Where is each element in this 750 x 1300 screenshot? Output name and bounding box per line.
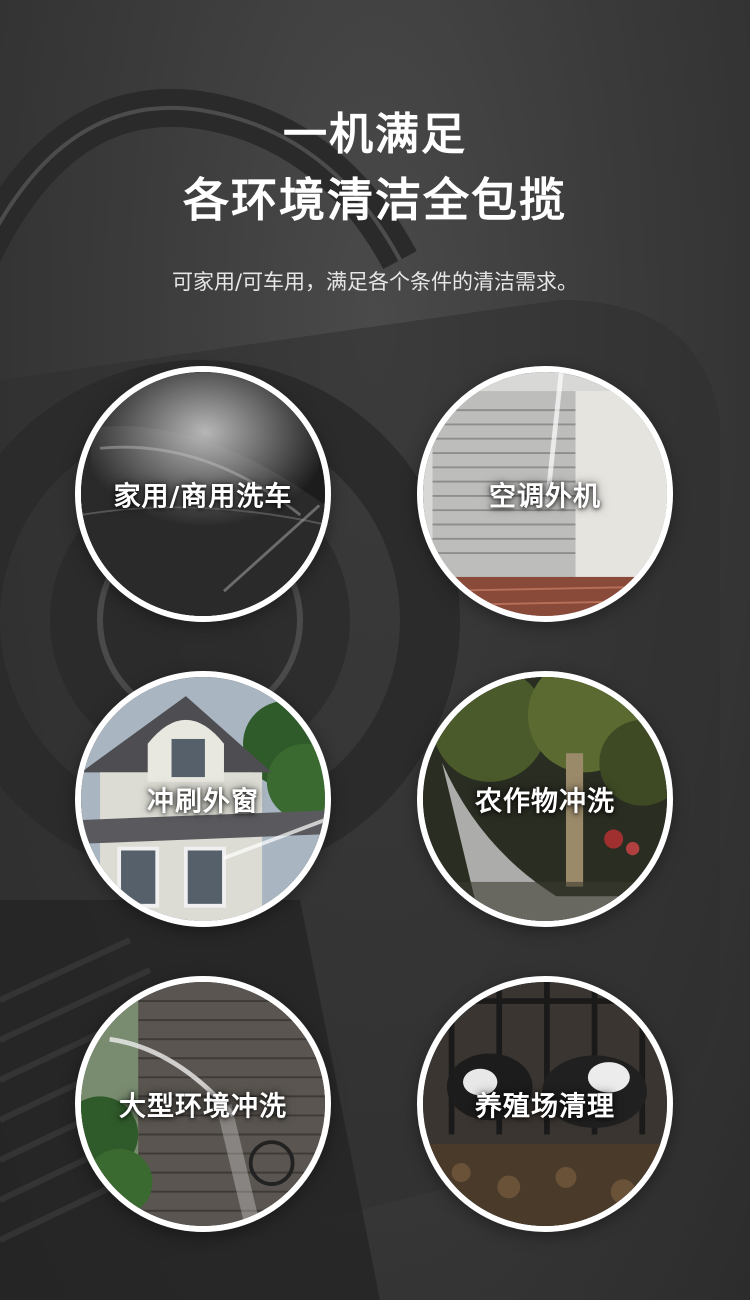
scene-label: 农作物冲洗: [475, 786, 615, 818]
scene-house-windows: 冲刷外窗: [75, 671, 331, 927]
scene-crops: 农作物冲洗: [417, 671, 673, 927]
scene-label: 空调外机: [489, 481, 601, 513]
scene-livestock-farm: 养殖场清理: [417, 976, 673, 1232]
scene-car-wash: 家用/商用洗车: [75, 366, 331, 622]
page-title-line-2: 各环境清洁全包揽: [183, 173, 567, 227]
page-title-line-1: 一机满足: [283, 109, 467, 160]
scene-label: 冲刷外窗: [147, 786, 259, 818]
scene-ac-unit: 空调外机: [417, 366, 673, 622]
scene-label: 大型环境冲洗: [119, 1091, 287, 1123]
page-subtitle: 可家用/可车用，满足各个条件的清洁需求。: [171, 270, 579, 294]
scene-label: 养殖场清理: [475, 1091, 615, 1123]
scene-label: 家用/商用洗车: [113, 481, 293, 513]
scene-brick-wall: 大型环境冲洗: [75, 976, 331, 1232]
